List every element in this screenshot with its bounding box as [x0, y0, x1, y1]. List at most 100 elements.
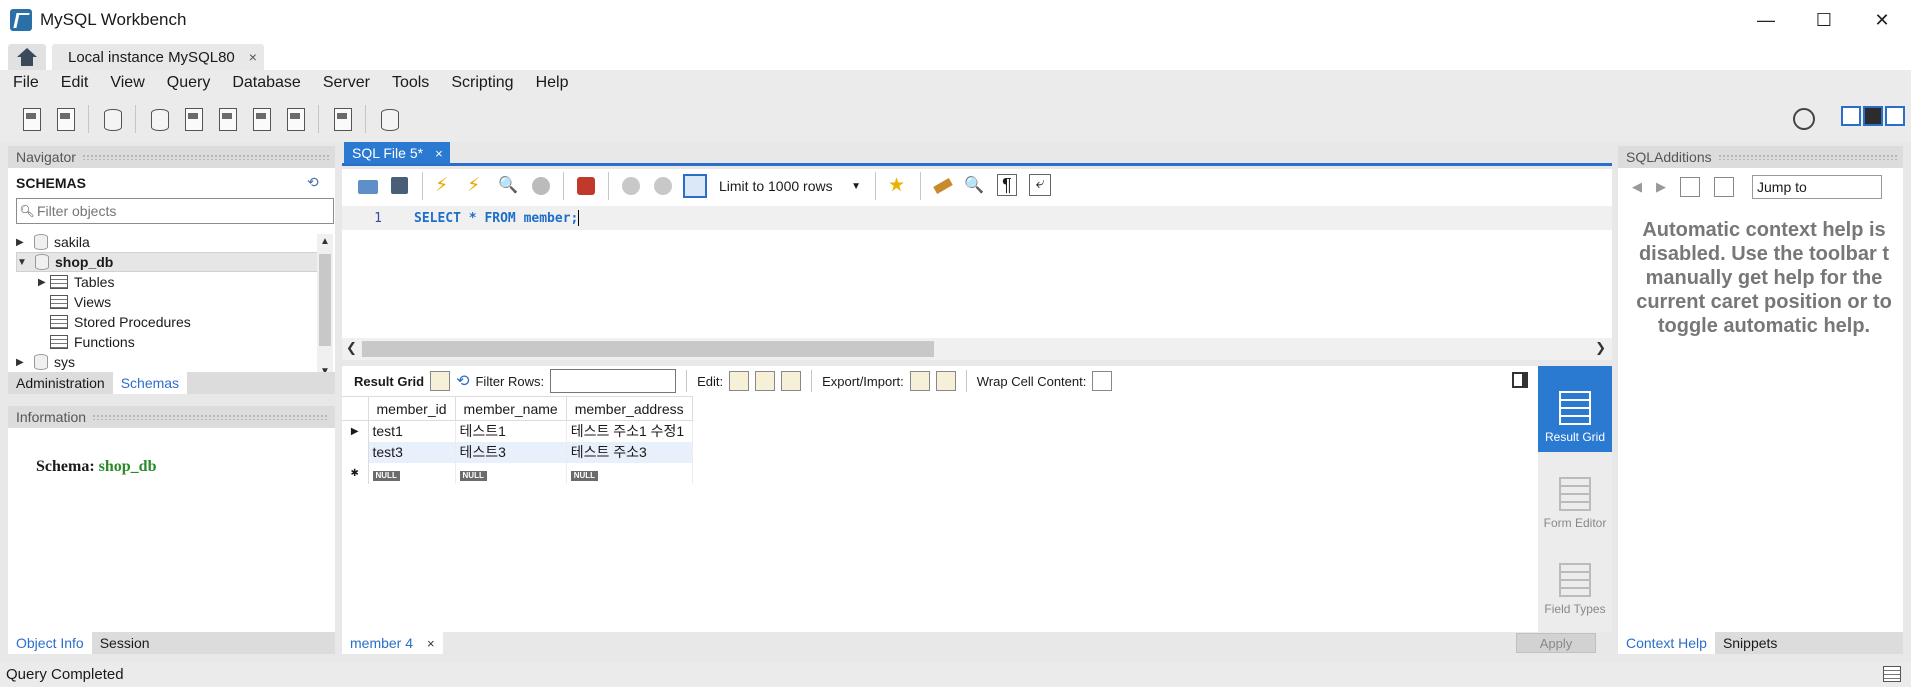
- open-sql-script-icon[interactable]: [52, 106, 78, 132]
- create-function-icon[interactable]: [282, 106, 308, 132]
- table-cell[interactable]: test3: [368, 441, 456, 463]
- delete-row-icon[interactable]: [781, 371, 802, 391]
- toggle-results-panel-icon[interactable]: [1512, 372, 1528, 388]
- connection-tab[interactable]: Local instance MySQL80 ×: [52, 44, 264, 70]
- editor-horizontal-scrollbar[interactable]: ❮ ❯: [342, 338, 1612, 360]
- code-line[interactable]: 1 SELECT * FROM member;: [342, 206, 1612, 230]
- grid-view-icon[interactable]: [430, 371, 451, 391]
- result-tab[interactable]: member 4 ×: [342, 632, 443, 654]
- save-icon[interactable]: [388, 174, 412, 198]
- create-table-icon[interactable]: [180, 106, 206, 132]
- tab-schemas[interactable]: Schemas: [112, 372, 188, 394]
- filter-objects-input[interactable]: [37, 203, 333, 219]
- table-row[interactable]: ▶ test1 테스트1 테스트 주소1 수정1: [342, 420, 694, 442]
- sql-code-editor[interactable]: 1 SELECT * FROM member;: [342, 203, 1612, 338]
- refresh-schemas-icon[interactable]: ⟲: [307, 174, 323, 190]
- toggle-stop-on-error-icon[interactable]: [574, 174, 598, 198]
- tree-item-sys[interactable]: ▶ sys: [16, 352, 322, 372]
- home-tab[interactable]: [8, 44, 46, 70]
- scroll-left-icon[interactable]: ❮: [346, 340, 357, 356]
- create-view-icon[interactable]: [214, 106, 240, 132]
- tab-object-info[interactable]: Object Info: [8, 632, 92, 654]
- menu-query[interactable]: Query: [156, 74, 222, 92]
- execute-current-icon[interactable]: [465, 174, 489, 198]
- table-cell[interactable]: 테스트3: [455, 441, 567, 463]
- word-wrap-icon[interactable]: [1027, 174, 1051, 198]
- output-toggle-icon[interactable]: [1883, 666, 1901, 682]
- autocommit-toggle-icon[interactable]: [683, 174, 707, 198]
- column-header[interactable]: member_id: [367, 396, 456, 421]
- menu-database[interactable]: Database: [221, 74, 312, 92]
- new-row[interactable]: ✱ NULL NULL NULL: [342, 462, 694, 484]
- close-window-button[interactable]: ✕: [1853, 0, 1911, 40]
- menu-help[interactable]: Help: [525, 74, 580, 92]
- edit-row-icon[interactable]: [729, 371, 750, 391]
- invisible-chars-icon[interactable]: [995, 174, 1019, 198]
- stop-icon[interactable]: [529, 174, 553, 198]
- find-icon[interactable]: [963, 174, 987, 198]
- jump-to-select[interactable]: Jump to: [1752, 175, 1882, 199]
- rollback-icon[interactable]: [651, 174, 675, 198]
- menu-server[interactable]: Server: [312, 74, 381, 92]
- close-tab-icon[interactable]: ×: [427, 636, 435, 651]
- scrollbar-thumb[interactable]: [362, 341, 934, 357]
- table-row[interactable]: test3 테스트3 테스트 주소3: [342, 441, 694, 463]
- apply-button[interactable]: Apply: [1516, 633, 1596, 653]
- create-schema-icon[interactable]: [146, 106, 172, 132]
- table-cell[interactable]: test1: [368, 420, 456, 442]
- search-table-data-icon[interactable]: [329, 106, 355, 132]
- minimize-button[interactable]: —: [1737, 0, 1795, 40]
- preferences-icon[interactable]: [1793, 108, 1815, 130]
- navigator-scrollbar[interactable]: ▲ ▼: [317, 234, 333, 382]
- sql-code-text[interactable]: SELECT * FROM member;: [414, 211, 578, 226]
- toggle-secondary-sidebar-icon[interactable]: [1885, 106, 1905, 126]
- menu-edit[interactable]: Edit: [50, 74, 100, 92]
- collapse-arrow-icon[interactable]: ▼: [17, 257, 29, 268]
- table-cell[interactable]: NULL: [566, 462, 694, 484]
- create-procedure-icon[interactable]: [248, 106, 274, 132]
- import-icon[interactable]: [935, 371, 956, 391]
- open-file-icon[interactable]: [356, 174, 380, 198]
- execute-all-icon[interactable]: [433, 174, 457, 198]
- expand-arrow-icon[interactable]: ▶: [16, 357, 28, 368]
- close-tab-icon[interactable]: ×: [435, 146, 443, 161]
- column-header[interactable]: member_address: [565, 396, 694, 421]
- tree-item-views[interactable]: Views: [16, 292, 322, 312]
- menu-scripting[interactable]: Scripting: [440, 74, 524, 92]
- tree-item-functions[interactable]: Functions: [16, 332, 322, 352]
- result-grid-view-button[interactable]: Result Grid: [1538, 366, 1612, 452]
- forward-icon[interactable]: ▶: [1656, 179, 1666, 195]
- table-cell[interactable]: NULL: [368, 462, 456, 484]
- export-icon[interactable]: [909, 371, 930, 391]
- menu-view[interactable]: View: [99, 74, 155, 92]
- menu-file[interactable]: File: [2, 74, 50, 92]
- tree-item-shop-db[interactable]: ▼ shop_db: [16, 252, 322, 272]
- tab-snippets[interactable]: Snippets: [1715, 632, 1785, 654]
- scrollbar-thumb[interactable]: [319, 254, 331, 346]
- add-snippet-icon[interactable]: [886, 174, 910, 198]
- beautify-icon[interactable]: [931, 174, 955, 198]
- back-icon[interactable]: ◀: [1632, 179, 1642, 195]
- table-cell[interactable]: 테스트 주소1 수정1: [566, 420, 694, 442]
- inspector-icon[interactable]: [99, 106, 125, 132]
- tab-administration[interactable]: Administration: [8, 372, 113, 394]
- expand-arrow-icon[interactable]: ▶: [16, 237, 28, 248]
- table-cell[interactable]: 테스트1: [455, 420, 567, 442]
- limit-rows-select[interactable]: Limit to 1000 rows ▼: [715, 174, 865, 198]
- tree-item-stored-procedures[interactable]: Stored Procedures: [16, 312, 322, 332]
- refresh-icon[interactable]: ⟲: [456, 371, 469, 391]
- tree-item-sakila[interactable]: ▶ sakila: [16, 232, 322, 252]
- form-editor-view-button[interactable]: Form Editor: [1538, 452, 1612, 538]
- toggle-output-icon[interactable]: [1863, 106, 1883, 126]
- sql-file-tab[interactable]: SQL File 5* ×: [344, 142, 450, 164]
- toggle-sidebar-icon[interactable]: [1841, 106, 1861, 126]
- reconnect-icon[interactable]: [376, 106, 402, 132]
- manual-help-icon[interactable]: [1680, 177, 1700, 197]
- explain-icon[interactable]: [497, 174, 521, 198]
- expand-arrow-icon[interactable]: ▶: [38, 277, 50, 288]
- tree-item-tables[interactable]: ▶ Tables: [16, 272, 322, 292]
- tab-session[interactable]: Session: [92, 632, 158, 654]
- menu-tools[interactable]: Tools: [381, 74, 440, 92]
- table-cell[interactable]: NULL: [455, 462, 567, 484]
- commit-icon[interactable]: [619, 174, 643, 198]
